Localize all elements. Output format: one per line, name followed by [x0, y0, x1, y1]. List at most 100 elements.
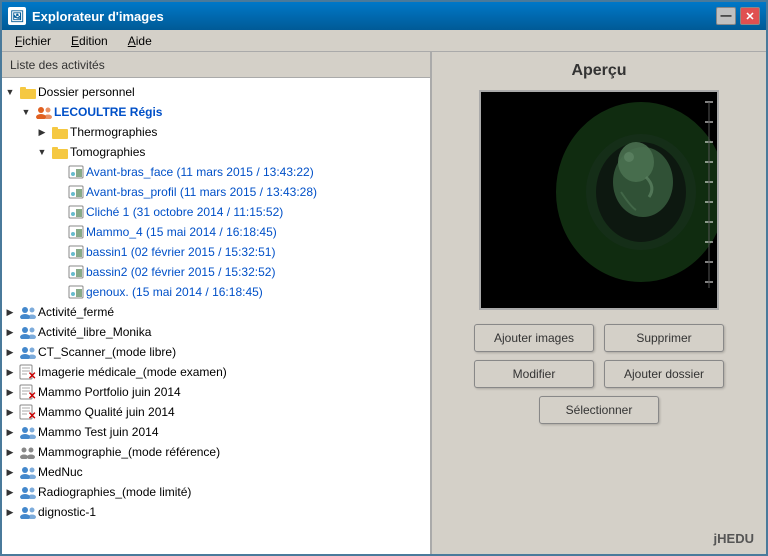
close-button[interactable]: ✕	[740, 7, 760, 25]
add-images-button[interactable]: Ajouter images	[474, 324, 594, 352]
users-activite-libre-icon	[18, 324, 38, 340]
svg-text:✕: ✕	[28, 391, 36, 400]
toggle-ct-scanner[interactable]: ▶	[2, 344, 18, 360]
ultrasound-svg	[481, 92, 717, 308]
image-avant-bras-face-icon	[66, 164, 86, 180]
tree-item-thermographies[interactable]: ▶ Thermographies	[2, 122, 430, 142]
tree-item-dignostic-1[interactable]: ▶ dignostic-1	[2, 502, 430, 522]
tree-item-ct-scanner[interactable]: ▶ CT_Scanner_(mode libre)	[2, 342, 430, 362]
file-tree-body[interactable]: ▼ Dossier personnel ▼	[2, 78, 430, 554]
label-mammographie-reference: Mammographie_(mode référence)	[38, 445, 220, 459]
toggle-avant-bras-face	[50, 164, 66, 180]
users-activite-ferme-icon	[18, 304, 38, 320]
label-thermographies: Thermographies	[70, 125, 157, 139]
label-imagerie-medicale: Imagerie médicale_(mode examen)	[38, 365, 227, 379]
btn-row-3: Sélectionner	[442, 396, 756, 424]
image-mammo4-icon	[66, 224, 86, 240]
label-avant-bras-face: Avant-bras_face (11 mars 2015 / 13:43:22…	[86, 165, 314, 179]
label-ct-scanner: CT_Scanner_(mode libre)	[38, 345, 176, 359]
preview-title: Aperçu	[571, 62, 626, 80]
users-dignostic-icon	[18, 504, 38, 520]
toggle-cliche1	[50, 204, 66, 220]
image-genoux-icon	[66, 284, 86, 300]
toggle-mammographie-reference[interactable]: ▶	[2, 444, 18, 460]
toggle-mammo-portfolio[interactable]: ▶	[2, 384, 18, 400]
toggle-genoux	[50, 284, 66, 300]
toggle-dossier-personnel[interactable]: ▼	[2, 84, 18, 100]
toggle-tomographies[interactable]: ▼	[34, 144, 50, 160]
tree-item-radiographies[interactable]: ▶ Radiographies_(mode limité)	[2, 482, 430, 502]
app-icon: 🖼	[8, 7, 26, 25]
tree-item-imagerie-medicale[interactable]: ▶ ✕ Imagerie médicale_(mode examen)	[2, 362, 430, 382]
toggle-thermographies[interactable]: ▶	[34, 124, 50, 140]
label-bassin1: bassin1 (02 février 2015 / 15:32:51)	[86, 245, 275, 259]
folder-thermo-icon	[50, 124, 70, 140]
tree-item-mammo4[interactable]: Mammo_4 (15 mai 2014 / 16:18:45)	[2, 222, 430, 242]
tree-item-mammo-test[interactable]: ▶ Mammo Test juin 2014	[2, 422, 430, 442]
toggle-lecoultre[interactable]: ▼	[18, 104, 34, 120]
main-content: Liste des activités ▼ Dossier personnel …	[2, 52, 766, 554]
label-avant-bras-profil: Avant-bras_profil (11 mars 2015 / 13:43:…	[86, 185, 317, 199]
users-radiographies-icon	[18, 484, 38, 500]
label-tomographies: Tomographies	[70, 145, 145, 159]
toggle-activite-libre-monika[interactable]: ▶	[2, 324, 18, 340]
select-button[interactable]: Sélectionner	[539, 396, 659, 424]
btn-row-2: Modifier Ajouter dossier	[442, 360, 756, 388]
image-avant-bras-profil-icon	[66, 184, 86, 200]
users-mammographie-reference-icon	[18, 444, 38, 460]
menu-fichier[interactable]: Fichier	[6, 31, 60, 51]
label-bassin2: bassin2 (02 février 2015 / 15:32:52)	[86, 265, 275, 279]
toggle-bassin1	[50, 244, 66, 260]
toggle-radiographies[interactable]: ▶	[2, 484, 18, 500]
tree-item-dossier-personnel[interactable]: ▼ Dossier personnel	[2, 82, 430, 102]
tree-item-activite-libre-monika[interactable]: ▶ Activité_libre_Monika	[2, 322, 430, 342]
tree-item-activite-ferme[interactable]: ▶ Activité_fermé	[2, 302, 430, 322]
toggle-mammo4	[50, 224, 66, 240]
tree-item-bassin1[interactable]: bassin1 (02 février 2015 / 15:32:51)	[2, 242, 430, 262]
tree-item-avant-bras-face[interactable]: Avant-bras_face (11 mars 2015 / 13:43:22…	[2, 162, 430, 182]
doc-mammo-portfolio-icon: ✕	[18, 384, 38, 400]
menu-edition[interactable]: Edition	[62, 31, 117, 51]
btn-row-1: Ajouter images Supprimer	[442, 324, 756, 352]
image-bassin1-icon	[66, 244, 86, 260]
label-activite-ferme: Activité_fermé	[38, 305, 114, 319]
tree-item-tomographies[interactable]: ▼ Tomographies	[2, 142, 430, 162]
tree-item-mednuc[interactable]: ▶ MedNuc	[2, 462, 430, 482]
file-tree-panel: Liste des activités ▼ Dossier personnel …	[2, 52, 432, 554]
window-controls: — ✕	[716, 7, 760, 25]
toggle-activite-ferme[interactable]: ▶	[2, 304, 18, 320]
toggle-avant-bras-profil	[50, 184, 66, 200]
label-mammo-test: Mammo Test juin 2014	[38, 425, 159, 439]
toggle-imagerie-medicale[interactable]: ▶	[2, 364, 18, 380]
tree-item-mammographie-reference[interactable]: ▶ Mammographie_(mode référence)	[2, 442, 430, 462]
toggle-bassin2	[50, 264, 66, 280]
us-content: Laby L'ADET 4 Ante/post LateralRibbo Cal…	[481, 92, 717, 308]
preview-buttons: Ajouter images Supprimer Modifier Ajoute…	[442, 324, 756, 424]
modify-button[interactable]: Modifier	[474, 360, 594, 388]
preview-panel: Aperçu Laby L'ADET 4 Ante/post LateralRi…	[432, 52, 766, 554]
delete-button[interactable]: Supprimer	[604, 324, 724, 352]
add-folder-button[interactable]: Ajouter dossier	[604, 360, 724, 388]
file-tree-header: Liste des activités	[2, 52, 430, 78]
image-cliche1-icon	[66, 204, 86, 220]
label-mednuc: MedNuc	[38, 465, 83, 479]
label-lecoultre: LECOULTRE Régis	[54, 105, 162, 119]
tree-item-mammo-qualite[interactable]: ▶ ✕ Mammo Qualité juin 2014	[2, 402, 430, 422]
menu-aide[interactable]: Aide	[119, 31, 161, 51]
toggle-mammo-test[interactable]: ▶	[2, 424, 18, 440]
menu-bar: Fichier Edition Aide	[2, 30, 766, 52]
tree-item-genoux[interactable]: genoux. (15 mai 2014 / 16:18:45)	[2, 282, 430, 302]
tree-item-bassin2[interactable]: bassin2 (02 février 2015 / 15:32:52)	[2, 262, 430, 282]
tree-item-mammo-portfolio[interactable]: ▶ ✕ Mammo Portfolio juin 2014	[2, 382, 430, 402]
label-dossier-personnel: Dossier personnel	[38, 85, 135, 99]
preview-ultrasound: Laby L'ADET 4 Ante/post LateralRibbo Cal…	[481, 92, 717, 308]
toggle-mednuc[interactable]: ▶	[2, 464, 18, 480]
label-genoux: genoux. (15 mai 2014 / 16:18:45)	[86, 285, 263, 299]
toggle-dignostic-1[interactable]: ▶	[2, 504, 18, 520]
user-icon	[34, 104, 54, 120]
minimize-button[interactable]: —	[716, 7, 736, 25]
tree-item-avant-bras-profil[interactable]: Avant-bras_profil (11 mars 2015 / 13:43:…	[2, 182, 430, 202]
toggle-mammo-qualite[interactable]: ▶	[2, 404, 18, 420]
tree-item-cliche1[interactable]: Cliché 1 (31 octobre 2014 / 11:15:52)	[2, 202, 430, 222]
tree-item-lecoultre[interactable]: ▼ LECOULTRE Régis	[2, 102, 430, 122]
